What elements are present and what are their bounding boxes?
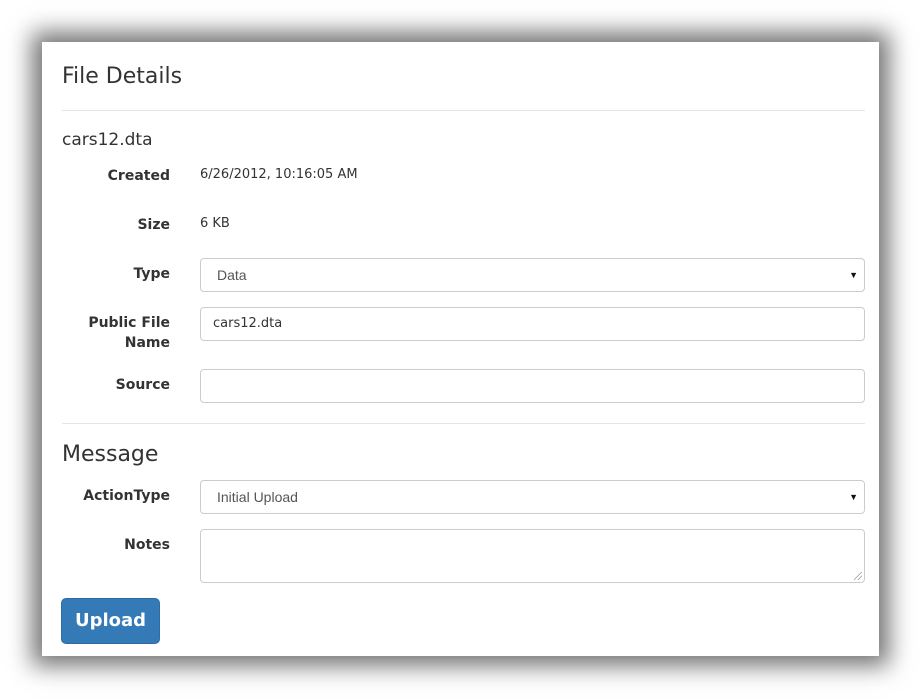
public-file-name-input[interactable]: cars12.dta xyxy=(200,307,865,341)
source-input[interactable] xyxy=(200,369,865,403)
section-divider xyxy=(62,423,865,424)
notes-textarea[interactable] xyxy=(200,529,865,583)
type-label: Type xyxy=(133,266,170,282)
size-value: 6 KB xyxy=(200,216,230,231)
header-divider xyxy=(62,110,865,111)
type-select[interactable]: Data ▼ xyxy=(200,258,865,292)
source-label: Source xyxy=(115,377,170,393)
created-value: 6/26/2012, 10:16:05 AM xyxy=(200,167,358,182)
upload-button[interactable]: Upload xyxy=(61,598,160,644)
public-file-name-label: Public File Name xyxy=(88,313,170,353)
action-type-label: ActionType xyxy=(83,488,170,504)
action-type-select[interactable]: Initial Upload ▼ xyxy=(200,480,865,514)
caret-down-icon: ▼ xyxy=(849,270,858,280)
file-details-heading: File Details xyxy=(62,64,183,89)
file-details-panel: File Details cars12.dta Created 6/26/201… xyxy=(42,42,879,656)
action-type-select-value: Initial Upload xyxy=(217,489,298,505)
message-heading: Message xyxy=(62,442,159,467)
public-file-name-label-line1: Public File xyxy=(88,315,170,331)
resize-grip-icon[interactable] xyxy=(854,572,862,580)
file-name-title: cars12.dta xyxy=(62,130,153,150)
type-select-value: Data xyxy=(217,267,247,283)
created-label: Created xyxy=(107,168,170,184)
public-file-name-label-line2: Name xyxy=(124,335,170,351)
size-label: Size xyxy=(137,217,170,233)
notes-label: Notes xyxy=(124,537,170,553)
caret-down-icon: ▼ xyxy=(849,492,858,502)
